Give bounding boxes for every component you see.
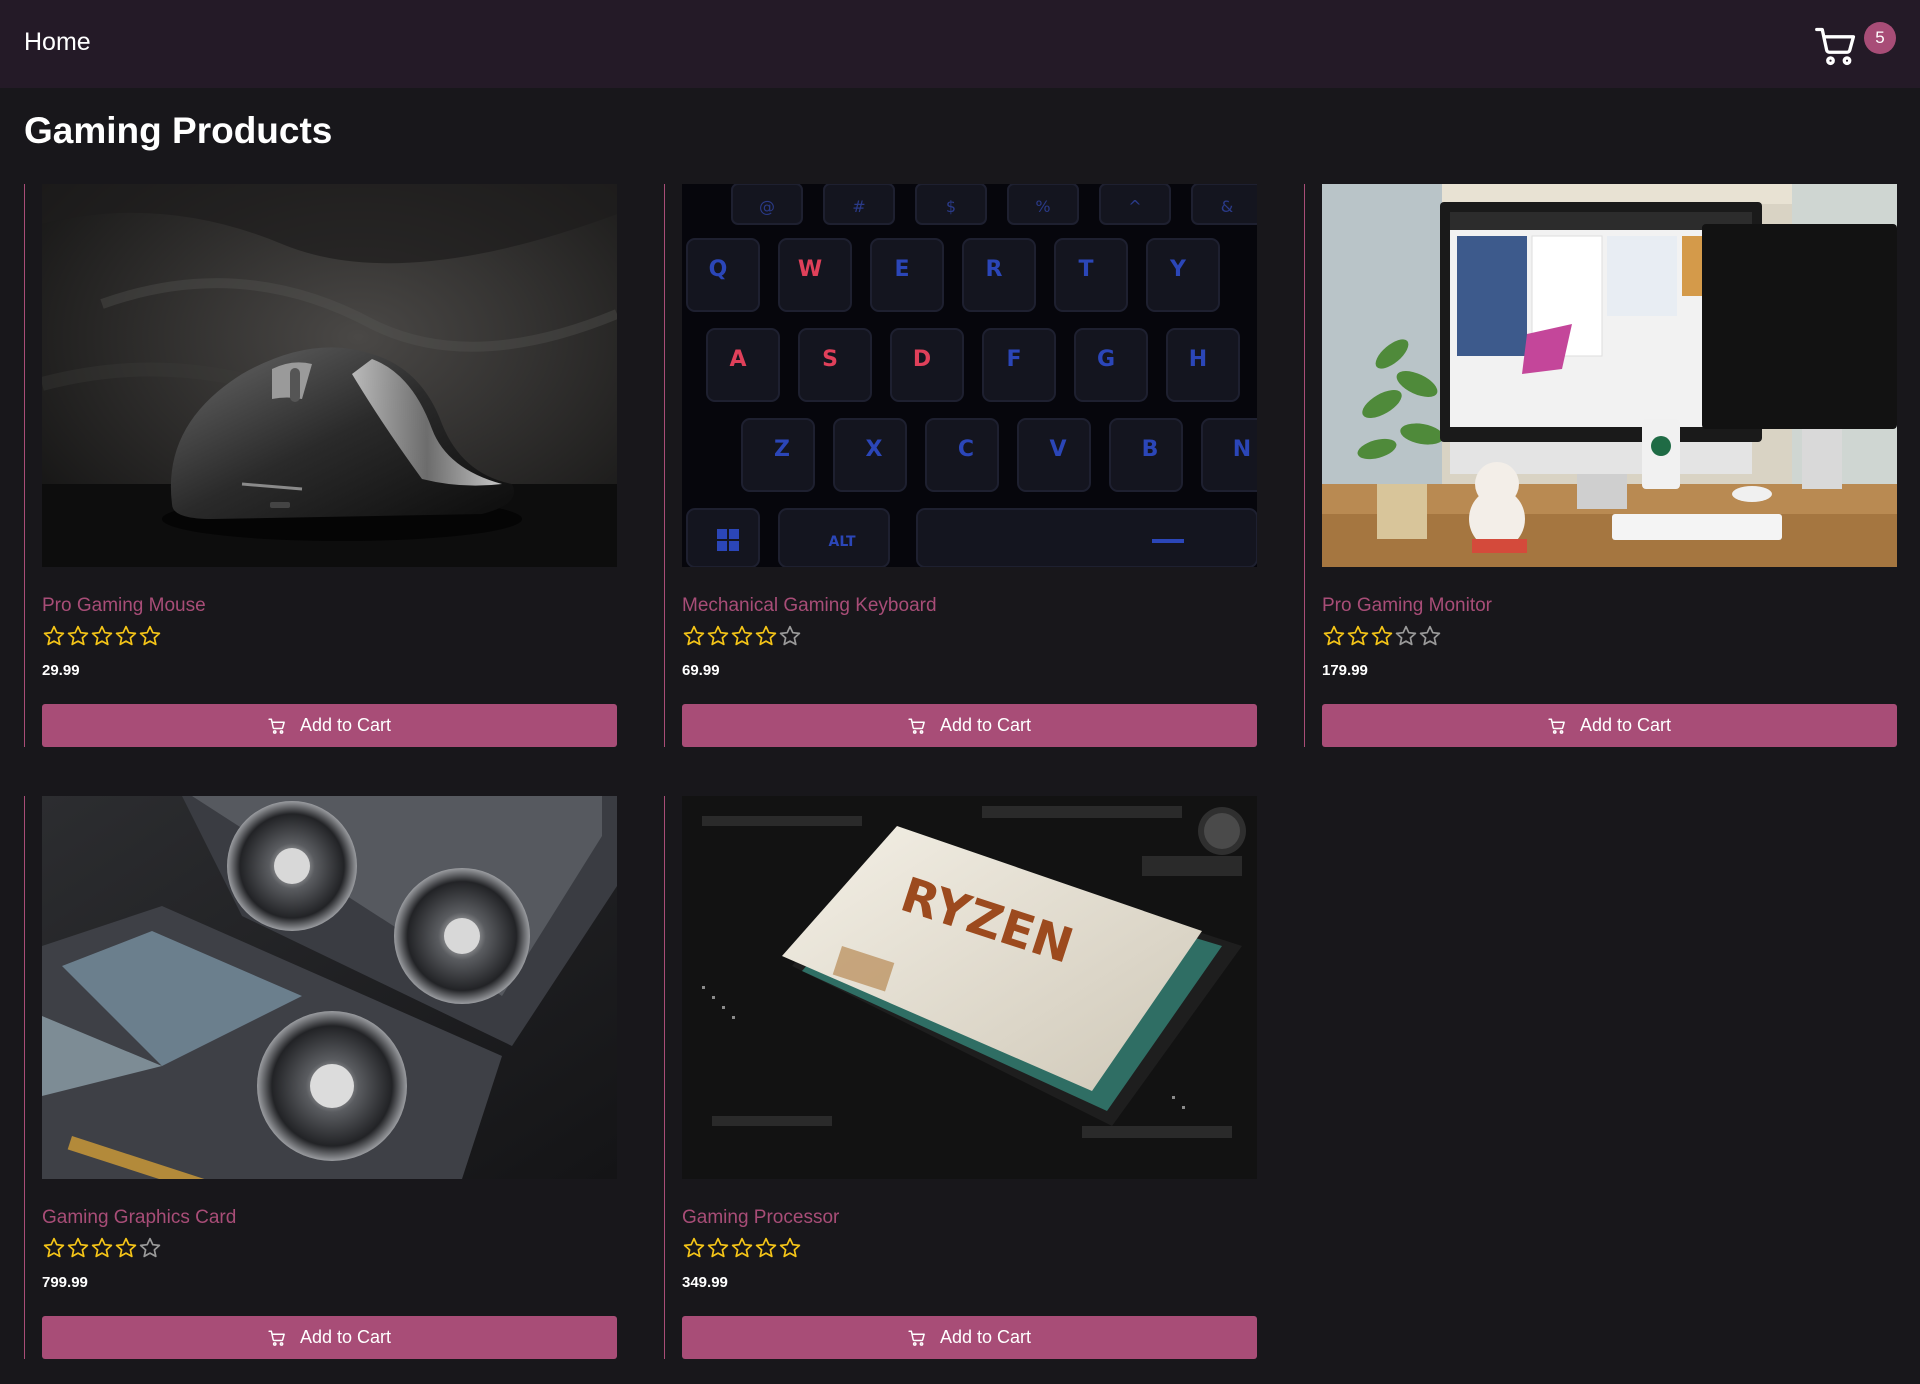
star-filled-icon bbox=[115, 625, 137, 646]
star-filled-icon bbox=[683, 1237, 705, 1258]
star-filled-icon bbox=[43, 1237, 65, 1258]
product-name[interactable]: Mechanical Gaming Keyboard bbox=[682, 595, 937, 617]
star-filled-icon bbox=[67, 625, 89, 646]
star-filled-icon bbox=[43, 625, 65, 646]
star-filled-icon bbox=[91, 625, 113, 646]
product-name[interactable]: Pro Gaming Monitor bbox=[1322, 595, 1492, 617]
add-to-cart-button[interactable]: Add to Cart bbox=[682, 1316, 1257, 1359]
rating-stars bbox=[42, 1236, 162, 1260]
svg-text:&: & bbox=[1221, 197, 1233, 216]
star-empty-icon bbox=[139, 1237, 161, 1258]
star-empty-icon bbox=[1395, 625, 1417, 646]
product-image-graphics-card[interactable] bbox=[42, 796, 617, 1179]
svg-text:^: ^ bbox=[1128, 197, 1141, 216]
svg-text:$: $ bbox=[946, 197, 956, 216]
cart-icon bbox=[908, 1330, 925, 1346]
svg-text:E: E bbox=[894, 257, 909, 282]
star-empty-icon bbox=[779, 625, 801, 646]
svg-text:A: A bbox=[729, 347, 746, 372]
star-filled-icon bbox=[1347, 625, 1369, 646]
product-price: 29.99 bbox=[42, 662, 80, 679]
star-filled-icon bbox=[683, 625, 705, 646]
product-card: Pro Gaming Monitor 179.99 Add to Cart bbox=[1304, 184, 1920, 747]
svg-text:Y: Y bbox=[1169, 257, 1187, 282]
cart-icon bbox=[908, 718, 925, 734]
svg-text:X: X bbox=[866, 437, 883, 462]
add-to-cart-label: Add to Cart bbox=[1579, 715, 1672, 735]
svg-text:#: # bbox=[852, 197, 865, 216]
svg-text:R: R bbox=[986, 257, 1003, 282]
product-price: 179.99 bbox=[1322, 662, 1368, 679]
star-filled-icon bbox=[755, 625, 777, 646]
rating-stars bbox=[682, 1236, 802, 1260]
product-price: 69.99 bbox=[682, 662, 720, 679]
svg-text:%: % bbox=[1035, 197, 1050, 216]
svg-text:F: F bbox=[1006, 347, 1021, 372]
rating-stars bbox=[42, 624, 162, 648]
shopping-cart-icon[interactable] bbox=[1814, 24, 1858, 68]
cart-count-badge: 5 bbox=[1864, 22, 1896, 54]
product-image-mouse[interactable] bbox=[42, 184, 617, 567]
product-price: 349.99 bbox=[682, 1274, 728, 1291]
svg-text:G: G bbox=[1097, 347, 1115, 372]
svg-text:W: W bbox=[798, 257, 822, 282]
page-title: Gaming Products bbox=[24, 110, 333, 151]
star-filled-icon bbox=[1323, 625, 1345, 646]
star-filled-icon bbox=[115, 1237, 137, 1258]
rating-stars bbox=[682, 624, 802, 648]
svg-text:C: C bbox=[958, 437, 974, 462]
star-filled-icon bbox=[67, 1237, 89, 1258]
product-price: 799.99 bbox=[42, 1274, 88, 1291]
star-filled-icon bbox=[707, 625, 729, 646]
product-name[interactable]: Gaming Graphics Card bbox=[42, 1207, 236, 1229]
top-navbar: Home 5 bbox=[0, 0, 1920, 88]
star-filled-icon bbox=[731, 625, 753, 646]
svg-text:H: H bbox=[1189, 347, 1207, 372]
star-filled-icon bbox=[779, 1237, 801, 1258]
star-filled-icon bbox=[707, 1237, 729, 1258]
add-to-cart-button[interactable]: Add to Cart bbox=[42, 1316, 617, 1359]
product-name[interactable]: Gaming Processor bbox=[682, 1207, 839, 1229]
product-card: RYZEN Gaming Processor 349.99 Add to Car… bbox=[664, 796, 1280, 1359]
svg-text:@: @ bbox=[759, 197, 775, 216]
add-to-cart-button[interactable]: Add to Cart bbox=[682, 704, 1257, 747]
svg-text:B: B bbox=[1142, 437, 1159, 462]
nav-home-link[interactable]: Home bbox=[24, 28, 91, 57]
cart-button[interactable]: 5 bbox=[1814, 22, 1900, 72]
star-filled-icon bbox=[755, 1237, 777, 1258]
product-card: Pro Gaming Mouse 29.99 Add to Cart bbox=[24, 184, 640, 747]
add-to-cart-label: Add to Cart bbox=[299, 1327, 392, 1347]
rating-stars bbox=[1322, 624, 1442, 648]
product-card: Q W E R T Y A S D F G H Z X C V B N ALT … bbox=[664, 184, 1280, 747]
cart-icon bbox=[1548, 718, 1565, 734]
product-card: Gaming Graphics Card 799.99 Add to Cart bbox=[24, 796, 640, 1359]
star-filled-icon bbox=[91, 1237, 113, 1258]
star-filled-icon bbox=[139, 625, 161, 646]
svg-text:S: S bbox=[822, 347, 838, 372]
svg-text:T: T bbox=[1078, 257, 1093, 282]
add-to-cart-button[interactable]: Add to Cart bbox=[1322, 704, 1897, 747]
add-to-cart-label: Add to Cart bbox=[299, 715, 392, 735]
add-to-cart-button[interactable]: Add to Cart bbox=[42, 704, 617, 747]
svg-text:V: V bbox=[1049, 437, 1066, 462]
cart-icon bbox=[268, 1330, 285, 1346]
star-filled-icon bbox=[1371, 625, 1393, 646]
star-filled-icon bbox=[731, 1237, 753, 1258]
svg-text:ALT: ALT bbox=[829, 534, 856, 550]
product-image-monitor[interactable] bbox=[1322, 184, 1897, 567]
svg-text:D: D bbox=[913, 347, 931, 372]
product-name[interactable]: Pro Gaming Mouse bbox=[42, 595, 206, 617]
add-to-cart-label: Add to Cart bbox=[939, 1327, 1032, 1347]
product-image-keyboard[interactable]: Q W E R T Y A S D F G H Z X C V B N ALT … bbox=[682, 184, 1257, 567]
svg-text:Q: Q bbox=[709, 257, 728, 282]
add-to-cart-label: Add to Cart bbox=[939, 715, 1032, 735]
cart-icon bbox=[268, 718, 285, 734]
star-empty-icon bbox=[1419, 625, 1441, 646]
product-image-processor[interactable]: RYZEN bbox=[682, 796, 1257, 1179]
svg-text:N: N bbox=[1233, 437, 1251, 462]
svg-text:Z: Z bbox=[774, 437, 790, 462]
